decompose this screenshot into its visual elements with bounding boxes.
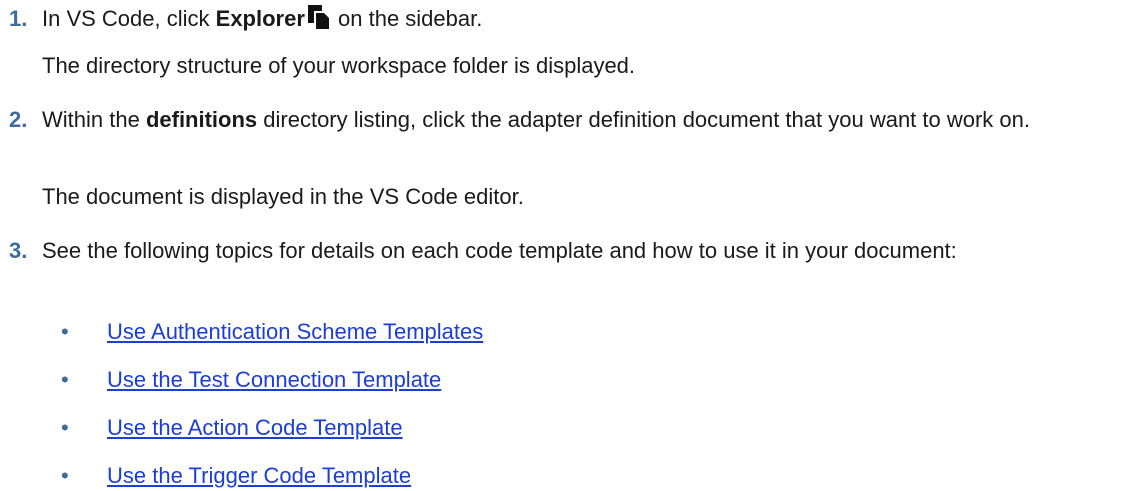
bullet-icon: • [61, 415, 69, 440]
step-result: The document is displayed in the VS Code… [42, 184, 524, 209]
step-result: The directory structure of your workspac… [42, 53, 636, 78]
instruction-text: Within the [42, 107, 146, 132]
link-authentication-scheme-templates[interactable]: Use Authentication Scheme Templates [107, 317, 483, 347]
link-test-connection-template[interactable]: Use the Test Connection Template [107, 365, 441, 395]
step-instruction: Within the definitions directory listing… [42, 105, 1122, 135]
link-trigger-code-template[interactable]: Use the Trigger Code Template [107, 461, 411, 491]
explorer-icon [307, 5, 330, 29]
link-action-code-template[interactable]: Use the Action Code Template [107, 413, 403, 443]
instruction-text: on the sidebar. [331, 6, 483, 31]
instruction-text: directory listing, click the adapter def… [257, 107, 1031, 132]
bullet-icon: • [61, 463, 69, 488]
step-number: 2. [9, 107, 28, 132]
bullet-icon: • [61, 319, 69, 344]
step-number: 3. [9, 238, 28, 263]
procedure-steps: 1. In VS Code, click Explorer on the sid… [0, 0, 1132, 488]
step-number: 1. [9, 6, 28, 31]
instruction-text: In VS Code, click [42, 6, 216, 31]
step-instruction: See the following topics for details on … [42, 238, 957, 263]
bullet-icon: • [61, 367, 69, 392]
step-instruction: In VS Code, click Explorer on the sideba… [42, 4, 482, 34]
ui-term-definitions: definitions [145, 107, 258, 132]
ui-term-explorer: Explorer [215, 6, 305, 31]
